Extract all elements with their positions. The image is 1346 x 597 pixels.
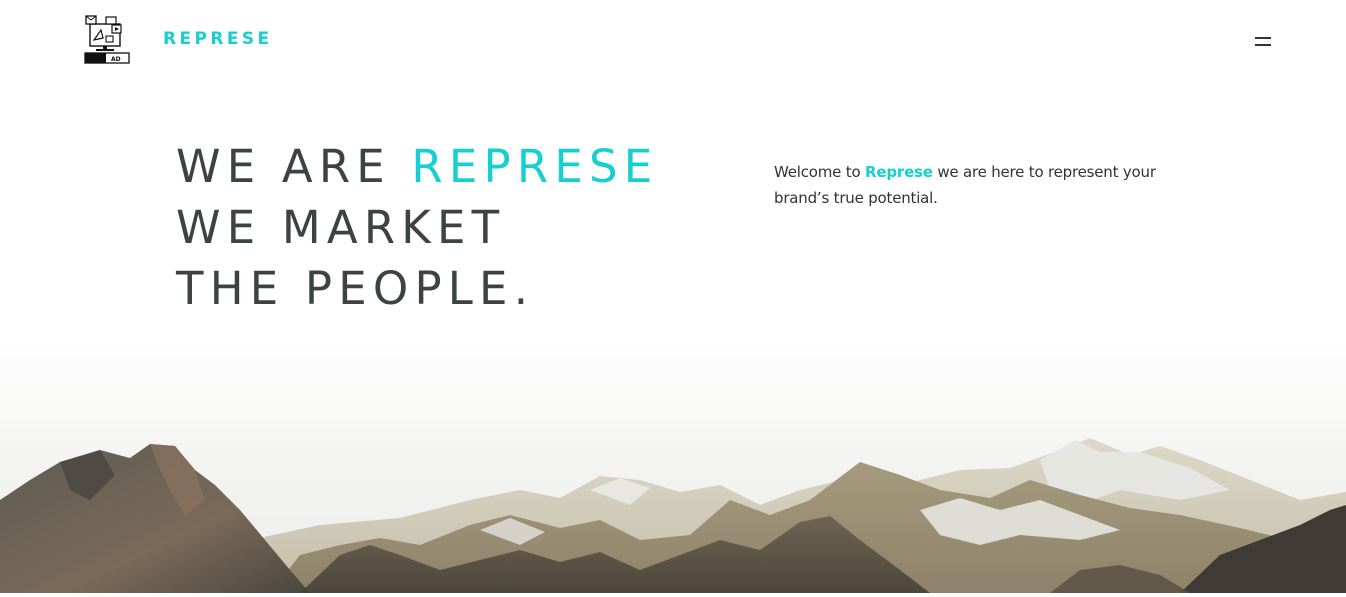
intro-text: Welcome to Represe we are here to repres… (774, 159, 1194, 211)
hero-brand-accent: REPRESE (411, 140, 659, 193)
logo-badge-text: AD (111, 56, 121, 63)
intro-brand: Represe (865, 163, 933, 181)
hero-line-1-prefix: WE ARE (176, 140, 412, 193)
site-header: AD REPRESE (0, 0, 1346, 82)
hamburger-menu-icon[interactable] (1251, 32, 1275, 50)
mountain-landscape-image (0, 340, 1346, 593)
hero-line-3: THE PEOPLE. (176, 262, 535, 315)
ad-screen-logo-icon[interactable]: AD (84, 14, 132, 66)
brand-name[interactable]: REPRESE (163, 29, 273, 49)
hero-line-1: WE ARE REPRESE (176, 136, 658, 197)
hero-line-2: WE MARKET (176, 201, 506, 254)
hero-headline: WE ARE REPRESE WE MARKET THE PEOPLE. (176, 136, 658, 319)
intro-prefix: Welcome to (774, 163, 866, 181)
